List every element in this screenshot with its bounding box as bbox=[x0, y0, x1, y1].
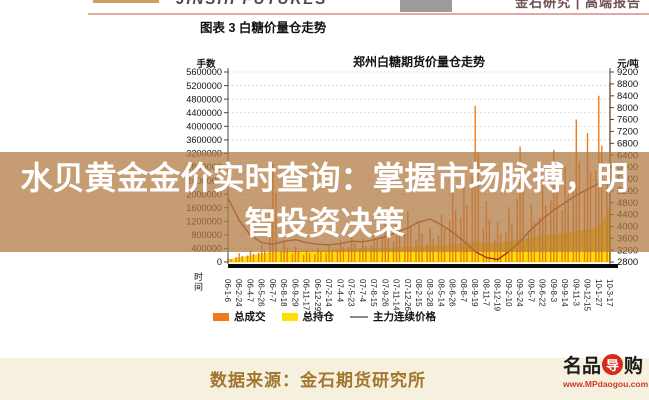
right-axis-tick-label: 6800 bbox=[617, 138, 638, 149]
legend-color-swatch bbox=[282, 313, 298, 321]
watermark-logo-text-left: 名品 bbox=[563, 351, 601, 378]
right-axis-tick-label: 2800 bbox=[617, 257, 638, 268]
legend-item: 总成交 bbox=[213, 309, 266, 324]
x-axis-date-label: 06-4-7 bbox=[246, 279, 255, 303]
legend-item: 总持仓 bbox=[282, 309, 335, 324]
legend-label: 主力连续价格 bbox=[373, 309, 436, 324]
headline-text: 水贝黄金金价实时查询：掌握市场脉搏，明 智投资决策 bbox=[0, 156, 649, 246]
right-axis-tick-label: 9200 bbox=[617, 67, 638, 78]
x-axis-date-label: 06-1-6 bbox=[223, 279, 232, 303]
left-axis-tick-label: 5600000 bbox=[186, 67, 222, 77]
x-axis-date-label: 06-5-26 bbox=[257, 279, 266, 307]
x-axis-date-label: 06-12-29 bbox=[313, 279, 322, 312]
x-axis-date-label: 07-2-14 bbox=[324, 279, 333, 307]
x-axis-date-label: 07-4-4 bbox=[335, 279, 344, 303]
x-axis-date-label: 09-9-14 bbox=[560, 279, 569, 307]
x-axis-date-label: 07-8-15 bbox=[369, 279, 378, 307]
x-axis-date-label: 09-8-3 bbox=[549, 279, 558, 303]
watermark-logo-circle-icon: 导 bbox=[602, 354, 623, 375]
left-axis-tick-label: 4800000 bbox=[186, 94, 222, 104]
legend-line-swatch bbox=[350, 316, 368, 318]
article-hero-image: JINSHI FUTURES 金石研究 | 高端报告 图表 3 白糖价量仓走势 … bbox=[0, 0, 649, 400]
x-axis-date-label: 08-6-26 bbox=[448, 279, 457, 307]
x-axis-date-label: 06-11-17 bbox=[302, 279, 311, 311]
headline-line2: 智投资决策 bbox=[0, 201, 649, 246]
left-axis-tick-label: 0 bbox=[217, 257, 222, 267]
x-axis-date-label: 08-9-19 bbox=[470, 279, 479, 307]
legend-color-swatch bbox=[213, 313, 229, 321]
right-axis-tick-label: 8400 bbox=[617, 91, 638, 102]
legend-label: 总持仓 bbox=[303, 309, 335, 324]
legend-label: 总成交 bbox=[234, 309, 266, 324]
headline-line1: 水贝黄金金价实时查询：掌握市场脉搏，明 bbox=[0, 156, 649, 201]
watermark-logo-text-right: 购 bbox=[624, 351, 643, 378]
x-axis-date-label: 06-2-24 bbox=[234, 279, 243, 307]
x-axis-date-label: 06-7-7 bbox=[268, 279, 277, 303]
x-axis-date-label: 09-11-3 bbox=[571, 279, 580, 307]
x-axis-date-label: 09-6-22 bbox=[538, 279, 547, 307]
x-axis-date-label: 08-11-7 bbox=[481, 279, 490, 307]
left-axis-tick-label: 4000000 bbox=[186, 122, 222, 132]
left-axis-tick-label: 3600000 bbox=[186, 135, 222, 145]
x-axis-date-label: 06-9-29 bbox=[290, 279, 299, 307]
x-axis-date-label: 10-1-27 bbox=[594, 279, 603, 307]
x-axis-line bbox=[228, 264, 618, 268]
x-axis-date-label: 08-2-15 bbox=[414, 279, 423, 307]
right-axis-tick-label: 7200 bbox=[617, 127, 638, 138]
legend-item: 主力连续价格 bbox=[350, 309, 436, 324]
x-axis-date-label: 09-2-10 bbox=[504, 279, 513, 307]
right-axis-tick-label: 8800 bbox=[617, 79, 638, 90]
x-axis-date-label: 07-7-4 bbox=[358, 279, 367, 303]
x-axis-date-label: 09-12-15 bbox=[583, 279, 592, 312]
right-axis-tick-label: 8000 bbox=[617, 103, 638, 114]
x-axis-date-label: 07-5-23 bbox=[347, 279, 356, 307]
x-axis-date-label: 07-11-14 bbox=[392, 279, 401, 311]
x-axis-date-label: 08-8-7 bbox=[459, 279, 468, 303]
x-axis-date-label: 08-12-19 bbox=[493, 279, 502, 312]
x-axis-date-label: 08-3-28 bbox=[425, 279, 434, 307]
chart-legend: 总成交 总持仓 主力连续价格 bbox=[0, 309, 649, 324]
left-axis-tick-label: 4400000 bbox=[186, 108, 222, 118]
watermark-logo-url: www.MPdaogou.com bbox=[563, 379, 643, 389]
x-axis-date-label: 07-9-26 bbox=[380, 279, 389, 307]
x-axis-date-label: 09-5-7 bbox=[526, 279, 535, 303]
x-axis-date-label: 06-8-18 bbox=[279, 279, 288, 307]
data-source-text: 数据来源：金石期货研究所 bbox=[210, 366, 426, 391]
right-axis-tick-label: 7600 bbox=[617, 115, 638, 126]
left-axis-tick-label: 5200000 bbox=[186, 81, 222, 91]
x-axis-date-label: 07-12-26 bbox=[403, 279, 412, 312]
x-axis-date-label: 09-3-24 bbox=[515, 279, 524, 307]
x-axis-date-label: 08-5-14 bbox=[437, 279, 446, 307]
x-axis-date-label: 10-3-17 bbox=[605, 279, 614, 307]
watermark-logo: 名品 导 购 www.MPdaogou.com bbox=[563, 351, 643, 389]
